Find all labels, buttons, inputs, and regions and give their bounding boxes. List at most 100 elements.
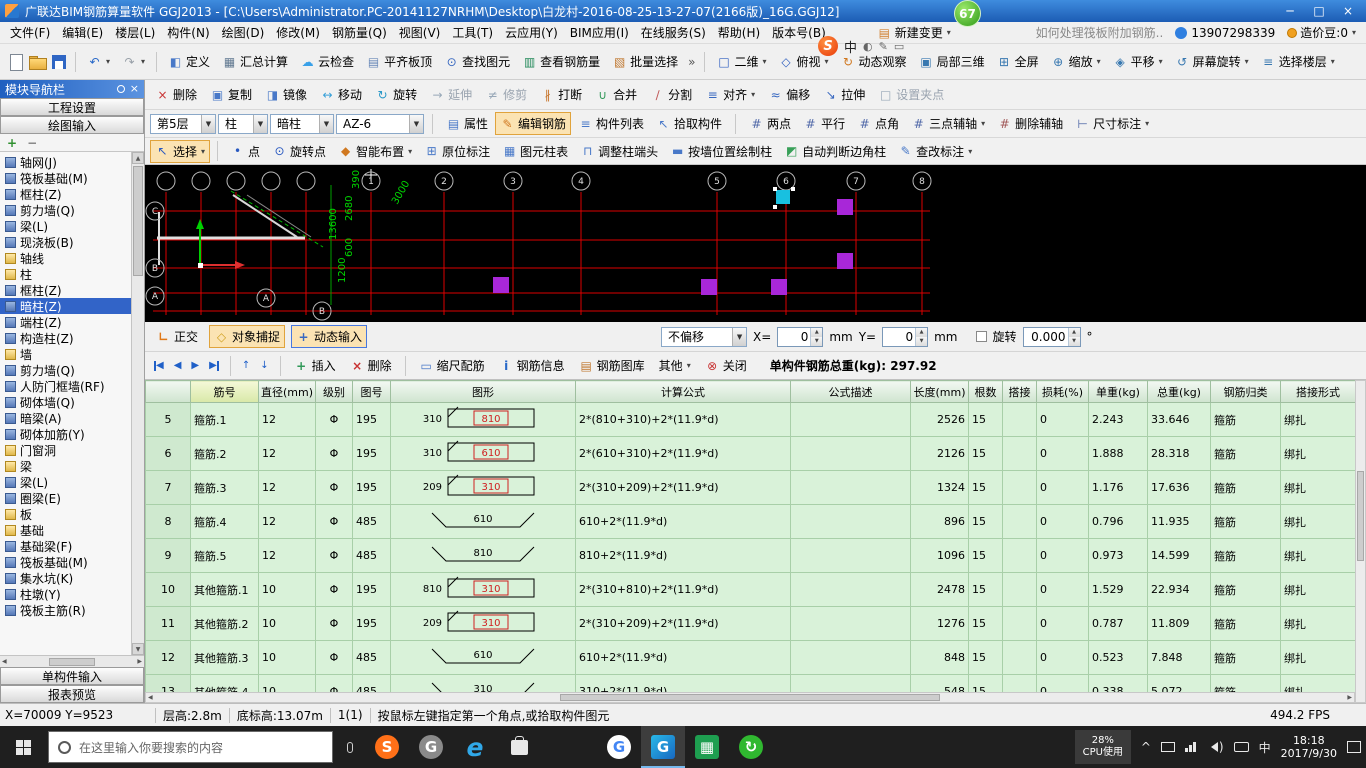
cell-lap-type[interactable]: 绑扎 bbox=[1280, 606, 1355, 641]
dropdown-arrow-icon[interactable]: ▾ bbox=[408, 147, 412, 156]
cell-lap-type[interactable]: 绑扎 bbox=[1280, 538, 1355, 573]
rebar-row[interactable]: 12 其他箍筋.3 10 Φ 485 610 610+2*(11.9*d) 848 15 0 0.5… bbox=[145, 640, 1355, 675]
project-settings-button[interactable]: 工程设置 bbox=[0, 98, 144, 116]
zoom-button[interactable]: ⊕ 缩放 ▾ bbox=[1046, 50, 1106, 73]
cell-length[interactable]: 1276 bbox=[910, 606, 969, 641]
rebar-row[interactable]: 13 其他箍筋.4 10 Φ 485 310 310+2*(11.9*d) 548 15 0 0.3… bbox=[145, 674, 1355, 692]
cell-lap-type[interactable]: 绑扎 bbox=[1280, 504, 1355, 539]
rebar-row[interactable]: 6 箍筋.2 12 Φ 195 310 610 2*(610+310)+2*(11.9*d) 2… bbox=[145, 436, 1355, 471]
cell-unit-weight[interactable]: 1.888 bbox=[1088, 436, 1148, 471]
cell-loss[interactable]: 0 bbox=[1036, 436, 1089, 471]
component-combo[interactable]: AZ-6 ▼ bbox=[336, 113, 424, 134]
scroll-thumb[interactable] bbox=[49, 657, 95, 666]
cell-loss[interactable]: 0 bbox=[1036, 538, 1089, 573]
column-header[interactable]: 钢筋归类 bbox=[1210, 380, 1281, 403]
cell-lap[interactable] bbox=[1002, 538, 1037, 573]
cell-grade[interactable]: Φ bbox=[315, 674, 353, 692]
cell-shape[interactable]: 810 bbox=[390, 538, 576, 573]
smart-layout-button[interactable]: ◆ 智能布置 ▾ bbox=[333, 140, 417, 163]
cell-formula-desc[interactable] bbox=[790, 504, 911, 539]
tree-item-masonry-wall[interactable]: 砌体墙(Q) bbox=[0, 394, 131, 410]
cell-total-weight[interactable]: 14.599 bbox=[1147, 538, 1211, 573]
tree-item-constructional-column[interactable]: 构造柱(Z) bbox=[0, 330, 131, 346]
table-vscrollbar[interactable] bbox=[1355, 380, 1366, 703]
scroll-right-icon[interactable]: ▶ bbox=[1347, 694, 1352, 701]
two-point-axis-button[interactable]: # 两点 bbox=[744, 112, 796, 135]
cell-unit-weight[interactable]: 0.973 bbox=[1088, 538, 1148, 573]
cell-grade[interactable]: Φ bbox=[315, 640, 353, 675]
scroll-thumb[interactable] bbox=[133, 166, 143, 276]
row-number[interactable]: 6 bbox=[145, 436, 191, 471]
pan-button[interactable]: ◈ 平移 ▾ bbox=[1108, 50, 1168, 73]
cell-formula-desc[interactable] bbox=[790, 674, 911, 692]
cell-count[interactable]: 15 bbox=[968, 504, 1003, 539]
pick-component-button[interactable]: ↖ 拾取构件 bbox=[651, 112, 727, 135]
floor-combo[interactable]: 第5层 ▼ bbox=[150, 113, 216, 134]
spinner-arrows[interactable]: ▲ ▼ bbox=[1067, 327, 1080, 346]
cell-figure-no[interactable]: 485 bbox=[352, 640, 391, 675]
cell-rebar-name[interactable]: 箍筋.1 bbox=[190, 402, 259, 437]
menu-item[interactable]: 编辑(E) bbox=[56, 22, 109, 43]
cell-shape[interactable]: 209 310 bbox=[390, 606, 576, 641]
cell-category[interactable]: 箍筋 bbox=[1210, 402, 1281, 437]
rebar-row[interactable]: 9 箍筋.5 12 Φ 485 810 810+2*(11.9*d) 1096 15 0 0.973… bbox=[145, 538, 1355, 573]
action-center-icon[interactable] bbox=[1347, 741, 1361, 753]
chevron-down-icon[interactable]: ▼ bbox=[319, 114, 333, 133]
cell-total-weight[interactable]: 7.848 bbox=[1147, 640, 1211, 675]
menu-item[interactable]: 修改(M) bbox=[270, 22, 326, 43]
cell-length[interactable]: 2126 bbox=[910, 436, 969, 471]
dynamic-input-toggle[interactable]: + 动态输入 bbox=[291, 325, 368, 348]
menu-item[interactable]: 帮助(H) bbox=[712, 22, 766, 43]
row-number[interactable]: 8 bbox=[145, 504, 191, 539]
column-element-table-button[interactable]: ▦ 图元柱表 bbox=[497, 140, 573, 163]
trim-button[interactable]: ≠ 修剪 bbox=[480, 83, 532, 106]
component-list-button[interactable]: ≡ 构件列表 bbox=[573, 112, 649, 135]
cell-category[interactable]: 箍筋 bbox=[1210, 674, 1281, 692]
rebar-library-button[interactable]: ▤ 钢筋图库 bbox=[574, 354, 650, 377]
menu-item[interactable]: 构件(N) bbox=[161, 22, 215, 43]
rebar-row[interactable]: 5 箍筋.1 12 Φ 195 310 810 2*(810+310)+2*(11.9*d) 2… bbox=[145, 402, 1355, 437]
stretch-button[interactable]: ↘ 拉伸 bbox=[818, 83, 870, 106]
cell-rebar-name[interactable]: 箍筋.4 bbox=[190, 504, 259, 539]
move-up-button[interactable]: ↑ bbox=[239, 360, 253, 371]
cell-figure-no[interactable]: 195 bbox=[352, 436, 391, 471]
pin-icon[interactable] bbox=[116, 85, 125, 93]
column-header[interactable]: 公式描述 bbox=[790, 380, 911, 403]
cell-lap-type[interactable]: 绑扎 bbox=[1280, 470, 1355, 505]
row-number[interactable]: 5 bbox=[145, 402, 191, 437]
ime-indicator[interactable]: 中 bbox=[1259, 739, 1271, 756]
properties-button[interactable]: ▤ 属性 bbox=[441, 112, 493, 135]
ortho-toggle[interactable]: ∟ 正交 bbox=[151, 325, 203, 348]
cell-figure-no[interactable]: 195 bbox=[352, 470, 391, 505]
cell-shape[interactable]: 610 bbox=[390, 504, 576, 539]
merge-button[interactable]: ∪ 合并 bbox=[590, 83, 642, 106]
cell-length[interactable]: 848 bbox=[910, 640, 969, 675]
category-combo[interactable]: 柱 ▼ bbox=[218, 113, 268, 134]
dropdown-arrow-icon[interactable]: ▾ bbox=[1159, 57, 1163, 66]
row-number[interactable]: 10 bbox=[145, 572, 191, 607]
cell-length[interactable]: 1096 bbox=[910, 538, 969, 573]
column-header[interactable]: 图形 bbox=[390, 380, 576, 403]
hidden-icons-chevron[interactable]: ^ bbox=[1141, 740, 1151, 754]
dropdown-arrow-icon[interactable]: ▾ bbox=[1245, 57, 1249, 66]
save-button[interactable] bbox=[49, 52, 69, 72]
cell-length[interactable]: 2526 bbox=[910, 402, 969, 437]
dropdown-arrow-icon[interactable]: ▾ bbox=[751, 90, 755, 99]
cell-loss[interactable]: 0 bbox=[1036, 504, 1089, 539]
check-edit-dimension-button[interactable]: ✎ 查改标注 ▾ bbox=[893, 140, 977, 163]
tree-hscrollbar[interactable]: ◀ ▶ bbox=[0, 655, 144, 667]
cell-formula[interactable]: 2*(310+209)+2*(11.9*d) bbox=[575, 470, 791, 505]
news-ticker[interactable]: 如何处理筏板附加钢筋.. bbox=[1036, 24, 1164, 41]
dropdown-arrow-icon[interactable]: ▾ bbox=[763, 57, 767, 66]
menu-item[interactable]: 工具(T) bbox=[446, 22, 499, 43]
cell-total-weight[interactable]: 33.646 bbox=[1147, 402, 1211, 437]
chevron-down-icon[interactable]: ▼ bbox=[201, 114, 215, 133]
summary-calc-button[interactable]: ▦ 汇总计算 bbox=[217, 50, 293, 73]
tree-item-foundation-group[interactable]: 基础 bbox=[0, 522, 131, 538]
cell-total-weight[interactable]: 11.935 bbox=[1147, 504, 1211, 539]
auto-corner-column-button[interactable]: ◩ 自动判断边角柱 bbox=[779, 140, 891, 163]
cell-diameter[interactable]: 10 bbox=[258, 640, 316, 675]
define-button[interactable]: ◧ 定义 bbox=[163, 50, 215, 73]
cell-unit-weight[interactable]: 0.523 bbox=[1088, 640, 1148, 675]
cell-formula[interactable]: 2*(310+209)+2*(11.9*d) bbox=[575, 606, 791, 641]
